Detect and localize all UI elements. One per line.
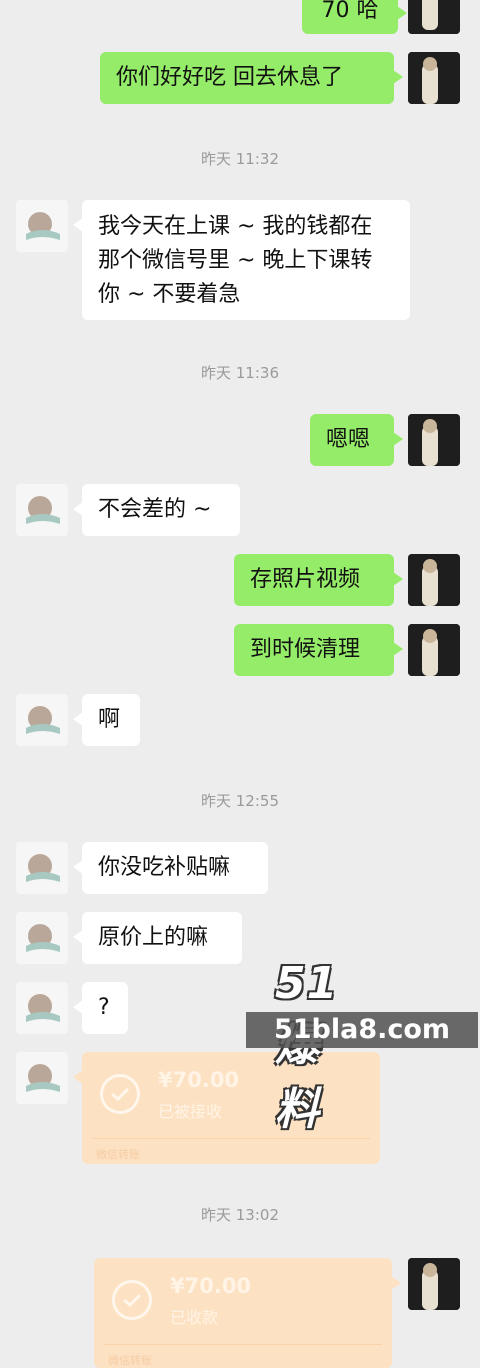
message-bubble-self[interactable]: 你们好好吃 回去休息了 xyxy=(100,52,403,104)
message-bubble-self[interactable]: 70 哈 xyxy=(302,0,407,34)
message-bubble-other[interactable]: ? xyxy=(73,982,128,1034)
avatar-image xyxy=(408,1258,460,1310)
avatar-other[interactable] xyxy=(16,484,68,536)
timestamp: 昨天 11:32 xyxy=(201,150,279,168)
avatar-image xyxy=(16,912,68,964)
avatar-self[interactable] xyxy=(408,0,460,34)
avatar-image xyxy=(408,0,460,34)
message-text: 不会差的 ~ xyxy=(98,497,212,522)
avatar-self[interactable] xyxy=(408,624,460,676)
avatar-other[interactable] xyxy=(16,982,68,1034)
avatar-image xyxy=(16,1052,68,1104)
avatar-other[interactable] xyxy=(16,200,68,252)
check-icon xyxy=(100,1074,140,1114)
message-bubble-other[interactable]: 你没吃补贴嘛 xyxy=(73,842,268,894)
divider xyxy=(92,1138,370,1139)
avatar-other[interactable] xyxy=(16,912,68,964)
avatar-image xyxy=(408,414,460,466)
message-text-line: 你 ~ 不要着急 xyxy=(98,282,241,307)
message-text: 70 哈 xyxy=(321,0,379,23)
transfer-status: 已收款 xyxy=(170,1308,219,1327)
avatar-self[interactable] xyxy=(408,414,460,466)
divider xyxy=(104,1344,382,1345)
transfer-label: 微信转账 xyxy=(108,1354,152,1367)
check-icon xyxy=(112,1280,152,1320)
watermark-url: 51bla8.com xyxy=(246,1012,478,1048)
message-text-line: 我今天在上课 ~ 我的钱都在 xyxy=(98,214,373,239)
timestamp: 昨天 13:02 xyxy=(201,1206,279,1224)
message-text-line: 那个微信号里 ~ 晚上下课转 xyxy=(98,248,373,273)
avatar-image xyxy=(16,842,68,894)
message-bubble-other[interactable]: 原价上的嘛 xyxy=(73,912,242,964)
avatar-image xyxy=(408,554,460,606)
message-bubble-other[interactable]: 不会差的 ~ xyxy=(73,484,240,536)
message-text: 原价上的嘛 xyxy=(98,925,209,950)
message-text: 啊 xyxy=(98,707,121,732)
avatar-image xyxy=(16,982,68,1034)
avatar-image xyxy=(408,52,460,104)
transfer-status: 已被接收 xyxy=(158,1102,223,1121)
transfer-amount: ¥70.00 xyxy=(170,1274,252,1298)
message-text: 你们好好吃 回去休息了 xyxy=(116,65,343,90)
transfer-amount: ¥70.00 xyxy=(158,1068,240,1092)
avatar-image xyxy=(16,200,68,252)
avatar-other[interactable] xyxy=(16,842,68,894)
avatar-self[interactable] xyxy=(408,554,460,606)
avatar-image xyxy=(16,694,68,746)
transfer-label: 微信转账 xyxy=(96,1148,140,1161)
timestamp: 昨天 12:55 xyxy=(201,792,279,810)
avatar-other[interactable] xyxy=(16,694,68,746)
timestamp: 昨天 11:36 xyxy=(201,364,279,382)
avatar-other[interactable] xyxy=(16,1052,68,1104)
avatar-self[interactable] xyxy=(408,52,460,104)
message-bubble-other[interactable]: 我今天在上课 ~ 我的钱都在 那个微信号里 ~ 晚上下课转 你 ~ 不要着急 xyxy=(73,200,410,320)
message-text: 嗯嗯 xyxy=(326,427,371,452)
message-bubble-self[interactable]: 到时候清理 xyxy=(234,624,403,676)
message-text: 存照片视频 xyxy=(250,567,361,592)
avatar-self[interactable] xyxy=(408,1258,460,1310)
message-text: 到时候清理 xyxy=(250,637,361,662)
message-bubble-other[interactable]: 啊 xyxy=(73,694,140,746)
message-text: 你没吃补贴嘛 xyxy=(98,855,231,880)
transfer-card-collected[interactable]: ¥70.00 已收款 微信转账 xyxy=(94,1258,401,1368)
message-text: ? xyxy=(98,995,110,1020)
message-bubble-self[interactable]: 存照片视频 xyxy=(234,554,403,606)
avatar-image xyxy=(408,624,460,676)
avatar-image xyxy=(16,484,68,536)
message-bubble-self[interactable]: 嗯嗯 xyxy=(310,414,403,466)
